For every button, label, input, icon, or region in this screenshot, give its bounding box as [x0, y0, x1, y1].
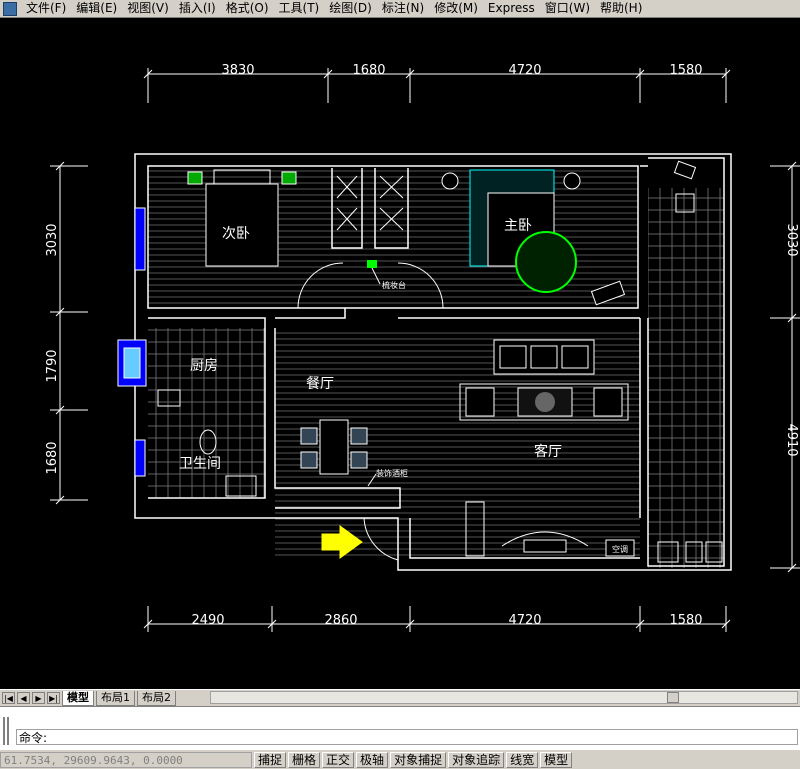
- tab-layout1[interactable]: 布局1: [96, 690, 135, 706]
- dining-table: [319, 419, 349, 475]
- dim-bottom-1: 2490: [191, 613, 224, 628]
- room-living: 客厅: [534, 443, 562, 460]
- room-master-bedroom: 主卧: [504, 218, 532, 234]
- menu-modify[interactable]: 修改(M): [429, 0, 483, 17]
- dim-right-2: 4910: [784, 423, 799, 456]
- dimension-bottom: [143, 606, 731, 632]
- last-tab-icon[interactable]: ▶|: [47, 692, 60, 704]
- ortho-button[interactable]: 正交: [322, 751, 355, 768]
- note-wine-cabinet: 装饰酒柜: [376, 468, 408, 478]
- dim-left-3: 1680: [45, 441, 60, 474]
- dim-left-2: 1790: [45, 349, 60, 382]
- bed-second-bedroom: [205, 183, 279, 267]
- plant-icon-2: [281, 171, 297, 185]
- window-left-1: [134, 207, 146, 271]
- lineweight-button[interactable]: 线宽: [506, 751, 539, 768]
- rug-round: [515, 231, 577, 293]
- command-area: 命令:: [0, 706, 800, 749]
- tab-layout2[interactable]: 布局2: [137, 690, 176, 706]
- prev-tab-icon[interactable]: ◀: [17, 692, 30, 704]
- dim-top-2: 1680: [352, 63, 385, 78]
- menu-view[interactable]: 视图(V): [122, 0, 174, 17]
- coffee-table-decor: [535, 392, 555, 412]
- next-tab-icon[interactable]: ▶: [32, 692, 45, 704]
- dining-chair-2: [300, 451, 318, 469]
- room-bathroom: 卫生间: [179, 456, 221, 472]
- washer-icon: [673, 160, 697, 180]
- drawing-canvas[interactable]: 3830 1680 4720 1580 2490 2860 4720 1580 …: [0, 18, 800, 686]
- menu-tools[interactable]: 工具(T): [274, 0, 325, 17]
- command-input[interactable]: 命令:: [16, 729, 798, 745]
- dim-top-3: 4720: [508, 63, 541, 78]
- snap-button[interactable]: 捕捉: [254, 751, 287, 768]
- note-dresser: 梳妆台: [382, 280, 406, 290]
- first-tab-icon[interactable]: |◀: [2, 692, 15, 704]
- dim-bottom-3: 4720: [508, 613, 541, 628]
- room-dining: 餐厅: [306, 376, 334, 392]
- armchair-right: [593, 387, 623, 417]
- balcony-tile: [648, 188, 724, 568]
- app-icon[interactable]: [3, 1, 17, 16]
- menu-edit[interactable]: 编辑(E): [71, 0, 122, 17]
- menu-insert[interactable]: 插入(I): [174, 0, 221, 17]
- note-aircon: 空调: [612, 544, 628, 554]
- scrollbar-thumb[interactable]: [667, 692, 679, 703]
- room-kitchen: 厨房: [190, 358, 218, 374]
- dim-top-1: 3830: [221, 63, 254, 78]
- room-second-bedroom: 次卧: [222, 226, 250, 242]
- tv: [523, 539, 567, 553]
- menu-bar: 文件(F) 编辑(E) 视图(V) 插入(I) 格式(O) 工具(T) 绘图(D…: [0, 0, 800, 18]
- menu-draw[interactable]: 绘图(D): [324, 0, 377, 17]
- command-prompt: 命令:: [19, 731, 48, 745]
- status-bar: 61.7534, 29609.9643, 0.0000 捕捉 栅格 正交 极轴 …: [0, 749, 800, 769]
- dim-bottom-4: 1580: [669, 613, 702, 628]
- grid-button[interactable]: 栅格: [288, 751, 321, 768]
- lamp-icon-2: [563, 172, 581, 190]
- osnap-button[interactable]: 对象捕捉: [390, 751, 447, 768]
- menu-window[interactable]: 窗口(W): [540, 0, 595, 17]
- coordinate-readout: 61.7534, 29609.9643, 0.0000: [0, 751, 252, 768]
- dim-top-4: 1580: [669, 63, 702, 78]
- dim-left-1: 3030: [45, 223, 60, 256]
- sofa-cushion-3: [561, 345, 589, 369]
- polar-button[interactable]: 极轴: [356, 751, 389, 768]
- horizontal-scrollbar[interactable]: [210, 691, 798, 704]
- menu-dimension[interactable]: 标注(N): [377, 0, 429, 17]
- dining-chair-3: [350, 427, 368, 445]
- stove-icon: [123, 347, 141, 379]
- lamp-icon: [441, 172, 459, 190]
- dining-chair: [300, 427, 318, 445]
- sofa-cushion: [499, 345, 527, 369]
- otrack-button[interactable]: 对象追踪: [448, 751, 505, 768]
- command-grip-icon[interactable]: [3, 717, 9, 745]
- menu-express[interactable]: Express: [483, 0, 540, 17]
- armchair-left: [465, 387, 495, 417]
- kitchen-bath-tile: [148, 328, 266, 498]
- dim-bottom-2: 2860: [324, 613, 357, 628]
- dresser-marker: [367, 260, 377, 268]
- menu-format[interactable]: 格式(O): [221, 0, 274, 17]
- sofa-cushion-2: [530, 345, 558, 369]
- layout-tab-bar: |◀ ◀ ▶ ▶| 模型 布局1 布局2: [0, 689, 800, 706]
- tab-model[interactable]: 模型: [62, 690, 94, 706]
- window-left-2: [134, 439, 146, 477]
- plant-icon: [187, 171, 203, 185]
- menu-file[interactable]: 文件(F): [21, 0, 71, 17]
- floor-plan: 3830 1680 4720 1580 2490 2860 4720 1580 …: [45, 63, 800, 632]
- model-button[interactable]: 模型: [540, 751, 573, 768]
- dining-chair-4: [350, 451, 368, 469]
- menu-help[interactable]: 帮助(H): [595, 0, 647, 17]
- dim-right-1: 3030: [784, 223, 799, 256]
